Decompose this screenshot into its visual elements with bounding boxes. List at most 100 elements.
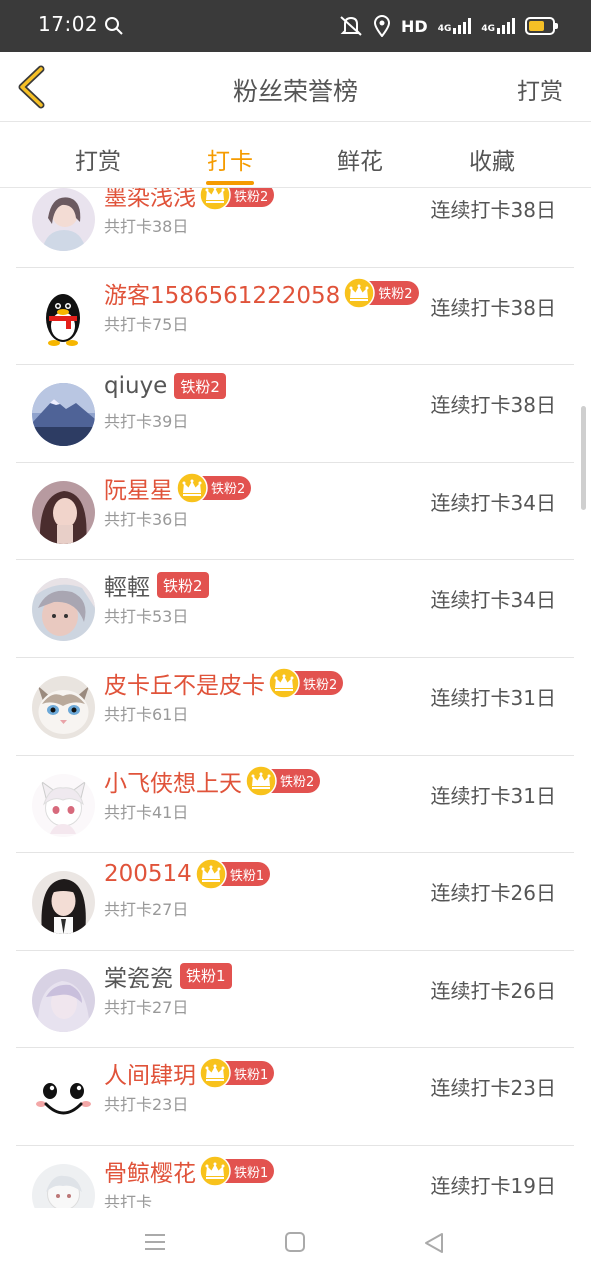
- fan-level-label: 铁粉1: [234, 1067, 269, 1083]
- fan-level-label: 铁粉2: [378, 287, 413, 303]
- fan-name-group: 皮卡丘不是皮卡 铁粉2: [104, 666, 344, 700]
- fan-level-badge: 铁粉2: [157, 572, 209, 599]
- fan-level-badge: 铁粉2: [343, 276, 419, 309]
- home-icon[interactable]: [285, 1232, 305, 1252]
- fan-level-badge: 铁粉2: [199, 188, 275, 211]
- total-checkin: 共打卡75日: [104, 314, 189, 334]
- tab-bar: 打赏 打卡 鲜花 收藏: [0, 122, 591, 188]
- fan-name[interactable]: qiuye: [104, 373, 167, 399]
- page-title: 粉丝荣誉榜: [232, 77, 358, 106]
- list-item[interactable]: 墨染浅浅 铁粉2 共打卡38日 连续打卡38日: [16, 188, 574, 268]
- battery-icon: [525, 17, 558, 35]
- fan-level-badge: 铁粉2: [176, 472, 252, 504]
- scrollbar[interactable]: [581, 406, 586, 510]
- avatar-girl-dark[interactable]: [32, 480, 95, 544]
- crown-icon: [268, 667, 300, 699]
- list-item[interactable]: 游客1586561222058 铁粉2 共打卡75日 连续打卡38日: [16, 268, 574, 366]
- mountain-avatar[interactable]: [32, 383, 95, 447]
- list-item[interactable]: 小飞侠想上天 铁粉2 共打卡41日 连续打卡31日: [16, 756, 574, 854]
- crown-icon: [199, 188, 231, 211]
- total-checkin: 共打卡38日: [104, 217, 189, 236]
- total-checkin: 共打卡: [104, 1193, 153, 1208]
- fan-name-group: 輕輕 铁粉2: [104, 568, 209, 602]
- avatar-lavender[interactable]: [32, 968, 95, 1032]
- fan-name[interactable]: 輕輕: [104, 568, 150, 602]
- fan-name-group: qiuye 铁粉2: [104, 373, 226, 400]
- fan-list[interactable]: 墨染浅浅 铁粉2 共打卡38日 连续打卡38日 游客1586561222058 铁粉2 共打…: [0, 188, 591, 1208]
- signal-icon-2: 4G: [481, 18, 515, 34]
- back-triangle-icon[interactable]: [424, 1232, 444, 1254]
- total-checkin: 共打卡27日: [104, 900, 189, 920]
- fan-name[interactable]: 200514: [104, 861, 192, 887]
- tab-reward[interactable]: 打赏: [53, 142, 143, 176]
- list-item[interactable]: 棠瓷瓷 铁粉1 共打卡27日 连续打卡26日: [16, 951, 574, 1049]
- menu-icon[interactable]: [144, 1232, 166, 1252]
- fan-name[interactable]: 小飞侠想上天: [104, 764, 242, 798]
- tab-favorites[interactable]: 收藏: [447, 142, 537, 176]
- streak-checkin: 连续打卡31日: [430, 686, 556, 710]
- total-checkin: 共打卡53日: [104, 607, 189, 627]
- fan-level-label: 铁粉2: [303, 677, 338, 693]
- crown-icon: [343, 276, 375, 309]
- reward-button[interactable]: 打赏: [517, 72, 563, 106]
- fan-name[interactable]: 阮星星: [104, 471, 173, 505]
- list-item[interactable]: 人间肆玥 铁粉1 共打卡23日 连续打卡23日: [16, 1048, 574, 1146]
- tab-flowers[interactable]: 鲜花: [315, 142, 405, 176]
- total-checkin: 共打卡41日: [104, 802, 189, 822]
- smiley-avatar[interactable]: [32, 1066, 95, 1130]
- tab-label: 鲜花: [337, 149, 383, 175]
- streak-checkin: 连续打卡38日: [430, 198, 556, 222]
- list-item[interactable]: 阮星星 铁粉2 共打卡36日 连续打卡34日: [16, 463, 574, 561]
- fan-name-group: 小飞侠想上天 铁粉2: [104, 764, 321, 798]
- fan-level-badge: 铁粉2: [174, 373, 226, 400]
- network-label-2: 4G: [481, 24, 495, 34]
- list-item[interactable]: 輕輕 铁粉2 共打卡53日 连续打卡34日: [16, 560, 574, 658]
- streak-checkin: 连续打卡23日: [430, 1076, 556, 1101]
- fan-name[interactable]: 棠瓷瓷: [104, 959, 173, 993]
- fan-level-label: 铁粉2: [280, 775, 315, 791]
- network-label: 4G: [437, 24, 452, 34]
- streak-checkin: 连续打卡34日: [430, 490, 556, 515]
- fan-name[interactable]: 皮卡丘不是皮卡: [104, 666, 265, 700]
- penguin-avatar[interactable]: [32, 285, 95, 349]
- crown-icon: [199, 1057, 231, 1090]
- fan-name-group: 墨染浅浅 铁粉2: [104, 188, 275, 212]
- tab-underline: [206, 181, 254, 185]
- cat-avatar[interactable]: [32, 676, 95, 739]
- crown-icon: [195, 858, 227, 890]
- list-item[interactable]: qiuye 铁粉2 共打卡39日 连续打卡38日: [16, 365, 574, 463]
- list-item[interactable]: 骨鲸樱花 铁粉1 共打卡 连续打卡19日: [16, 1146, 574, 1208]
- fan-name[interactable]: 游客1586561222058: [104, 276, 340, 310]
- app-header: 粉丝荣誉榜 打赏: [0, 52, 591, 122]
- streak-checkin: 连续打卡31日: [430, 783, 556, 808]
- fan-level-label: 铁粉1: [186, 967, 226, 986]
- avatar-girl-pink[interactable]: [32, 188, 95, 251]
- streak-checkin: 连续打卡38日: [430, 393, 556, 418]
- list-item[interactable]: 皮卡丘不是皮卡 铁粉2 共打卡61日 连续打卡31日: [16, 658, 574, 756]
- avatar-girl-black-hair[interactable]: [32, 871, 95, 935]
- total-checkin: 共打卡23日: [104, 1095, 189, 1115]
- fan-level-label: 铁粉1: [234, 1165, 269, 1181]
- streak-checkin: 连续打卡19日: [430, 1174, 556, 1198]
- tab-label: 收藏: [469, 149, 515, 175]
- fan-name[interactable]: 骨鲸樱花: [104, 1154, 196, 1188]
- anime-avatar[interactable]: [32, 773, 95, 837]
- fan-name[interactable]: 人间肆玥: [104, 1056, 196, 1090]
- avatar-white[interactable]: [32, 1164, 95, 1208]
- signal-icon: 4G: [438, 18, 472, 34]
- fan-name[interactable]: 墨染浅浅: [104, 188, 196, 212]
- hd-indicator: HD: [401, 16, 428, 36]
- fan-level-badge: 铁粉1: [195, 858, 271, 890]
- fan-level-label: 铁粉2: [234, 189, 269, 205]
- fan-name-group: 人间肆玥 铁粉1: [104, 1056, 275, 1090]
- status-bar: 17:02 HD 4G 4G: [0, 0, 591, 52]
- avatar-girl-light[interactable]: [32, 578, 95, 642]
- fan-level-badge: 铁粉1: [199, 1057, 275, 1090]
- crown-icon: [176, 472, 208, 504]
- tab-checkin[interactable]: 打卡: [185, 142, 275, 185]
- list-item[interactable]: 200514 铁粉1 共打卡27日 连续打卡26日: [16, 853, 574, 951]
- fan-level-label: 铁粉1: [229, 868, 265, 884]
- fan-level-label: 铁粉2: [163, 576, 203, 595]
- system-nav-bar: [0, 1208, 591, 1280]
- fan-name-group: 棠瓷瓷 铁粉1: [104, 959, 232, 993]
